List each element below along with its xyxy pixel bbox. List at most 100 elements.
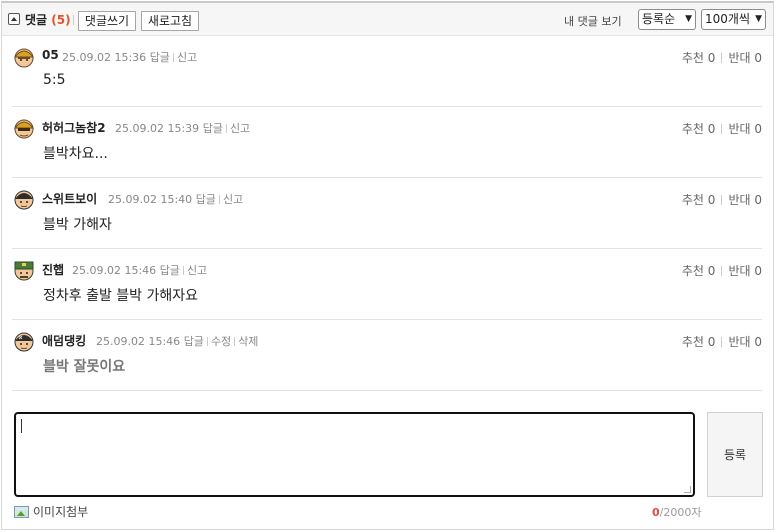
vote-area: 추천 0 반대 0 [682, 262, 762, 279]
comment-title-text: 댓글 [25, 13, 48, 27]
char-count-current: 0 [652, 506, 660, 519]
comment-item: 허허그놈참2 25.09.02 15:39 답글 신고 블박차요... 추천 0반… [12, 107, 762, 178]
comment-time: 25.09.02 15:39 [115, 122, 200, 135]
reply-link[interactable]: 답글 [150, 51, 170, 64]
comment-textarea[interactable] [14, 412, 695, 497]
comment-author[interactable]: 스위트보이 [42, 190, 97, 207]
comment-time: 25.09.02 15:46 [96, 335, 181, 348]
upvote-count: 0 [707, 122, 716, 136]
comment-header: 댓글 (5) 댓글쓰기 새로고침 내 댓글 보기 등록순 ▼ 100개씩 ▼ [2, 3, 773, 36]
upvote-label: 추천 [681, 264, 704, 278]
comment-title: 댓글 (5) [25, 11, 71, 28]
image-attach-button[interactable]: 이미지첨부 [14, 503, 88, 520]
report-link[interactable]: 신고 [223, 193, 243, 206]
upvote-button[interactable]: 추천 0 [682, 193, 716, 207]
upvote-button[interactable]: 추천 0 [682, 335, 716, 349]
downvote-button[interactable]: 반대 0 [728, 51, 762, 65]
submit-comment-button[interactable]: 등록 [707, 412, 763, 497]
comment-meta: 25.09.02 15:36 답글 신고 [62, 49, 197, 65]
reply-link[interactable]: 답글 [203, 122, 223, 135]
divider [73, 15, 74, 25]
resize-handle-icon[interactable] [684, 486, 691, 493]
comment-body: 정차후 출발 블박 가해자요 [43, 288, 199, 304]
comment-item: 진햅 25.09.02 15:46 답글 신고 정차후 출발 블박 가해자요 추천… [12, 249, 762, 320]
comment-item: 05 25.09.02 15:36 답글 신고 5:5 추천 0 반대 0 [12, 36, 762, 107]
sort-order-select[interactable]: 등록순 ▼ [638, 9, 696, 30]
downvote-label: 반대 [728, 193, 751, 207]
comment-count: (5) [51, 13, 71, 27]
user-avatar-icon [14, 190, 34, 210]
comment-meta: 25.09.02 15:46 답글 신고 [72, 262, 207, 278]
per-page-value: 100개씩 [705, 12, 750, 26]
report-link[interactable]: 신고 [177, 51, 197, 64]
downvote-count: 0 [754, 51, 762, 65]
vote-area: 추천 0 반대 0 [682, 191, 762, 208]
reply-link[interactable]: 답글 [160, 264, 180, 277]
comment-panel: 댓글 (5) 댓글쓰기 새로고침 내 댓글 보기 등록순 ▼ 100개씩 ▼ 0… [1, 1, 774, 530]
downvote-label: 반대 [728, 335, 751, 349]
comment-time: 25.09.02 15:36 [62, 51, 147, 64]
downvote-button[interactable]: 반대 0 [728, 122, 762, 136]
downvote-button[interactable]: 반대 0 [728, 193, 762, 207]
char-count-max: /2000자 [659, 506, 702, 519]
comment-author[interactable]: 진햅 [42, 261, 64, 278]
chevron-down-icon: ▼ [685, 14, 692, 24]
user-avatar-icon [13, 119, 35, 139]
comment-author[interactable]: 허허그놈참2 [42, 119, 106, 136]
comment-body: 5:5 [43, 72, 66, 88]
my-comments-link[interactable]: 내 댓글 보기 [564, 13, 622, 29]
upvote-button[interactable]: 추천 0 [682, 122, 716, 136]
downvote-button[interactable]: 반대 0 [728, 335, 762, 349]
comment-author[interactable]: 05 [42, 48, 59, 62]
downvote-button[interactable]: 반대 0 [728, 264, 762, 278]
vote-area: 추천 0 반대 0 [682, 120, 762, 137]
upvote-count: 0 [707, 264, 716, 278]
comment-time: 25.09.02 15:46 [72, 264, 157, 277]
comment-body: 블박차요... [43, 146, 108, 162]
comment-meta: 25.09.02 15:46 답글 수정 삭제 [96, 333, 258, 349]
downvote-label: 반대 [728, 122, 751, 136]
upvote-label: 추천 [681, 122, 704, 136]
user-avatar-icon [14, 261, 34, 281]
image-icon [14, 506, 29, 518]
char-counter: 0/2000자 [652, 504, 701, 520]
upvote-count: 0 [707, 193, 716, 207]
comment-body: 블박 가해자 [43, 217, 112, 233]
user-avatar-icon [14, 332, 34, 352]
text-cursor [21, 419, 22, 433]
comment-meta: 25.09.02 15:40 답글 신고 [108, 191, 243, 207]
upvote-button[interactable]: 추천 0 [682, 51, 716, 65]
report-link[interactable]: 신고 [187, 264, 207, 277]
comment-item: 애덤댕킹 25.09.02 15:46 답글 수정 삭제 블박 잘못이요 추천 0반… [12, 320, 762, 391]
upvote-button[interactable]: 추천 0 [682, 264, 716, 278]
reply-link[interactable]: 답글 [184, 335, 204, 348]
write-comment-button[interactable]: 댓글쓰기 [78, 11, 136, 31]
downvote-count: 0 [754, 193, 762, 207]
upvote-label: 추천 [681, 193, 704, 207]
vote-area: 추천 0 반대 0 [682, 49, 762, 66]
chevron-down-icon: ▼ [755, 14, 762, 24]
image-attach-label: 이미지첨부 [33, 505, 89, 519]
downvote-count: 0 [754, 264, 762, 278]
user-avatar-icon [13, 48, 35, 68]
report-link[interactable]: 신고 [230, 122, 250, 135]
per-page-select[interactable]: 100개씩 ▼ [701, 9, 766, 30]
upvote-label: 추천 [681, 335, 704, 349]
upvote-count: 0 [707, 335, 716, 349]
sort-order-value: 등록순 [642, 12, 676, 26]
collapse-toggle-icon[interactable] [8, 13, 20, 25]
upvote-count: 0 [707, 51, 716, 65]
delete-link[interactable]: 삭제 [238, 335, 258, 348]
reply-link[interactable]: 답글 [196, 193, 216, 206]
downvote-label: 반대 [728, 51, 751, 65]
refresh-button[interactable]: 새로고침 [141, 11, 199, 31]
downvote-count: 0 [754, 335, 762, 349]
comment-body: 블박 잘못이요 [43, 359, 126, 375]
comment-author[interactable]: 애덤댕킹 [42, 332, 86, 349]
edit-link[interactable]: 수정 [211, 335, 231, 348]
vote-area: 추천 0 반대 0 [682, 333, 762, 350]
comment-item: 스위트보이 25.09.02 15:40 답글 신고 블박 가해자 추천 0 반대 … [12, 178, 762, 249]
upvote-label: 추천 [681, 51, 704, 65]
downvote-label: 반대 [728, 264, 751, 278]
downvote-count: 0 [754, 122, 762, 136]
